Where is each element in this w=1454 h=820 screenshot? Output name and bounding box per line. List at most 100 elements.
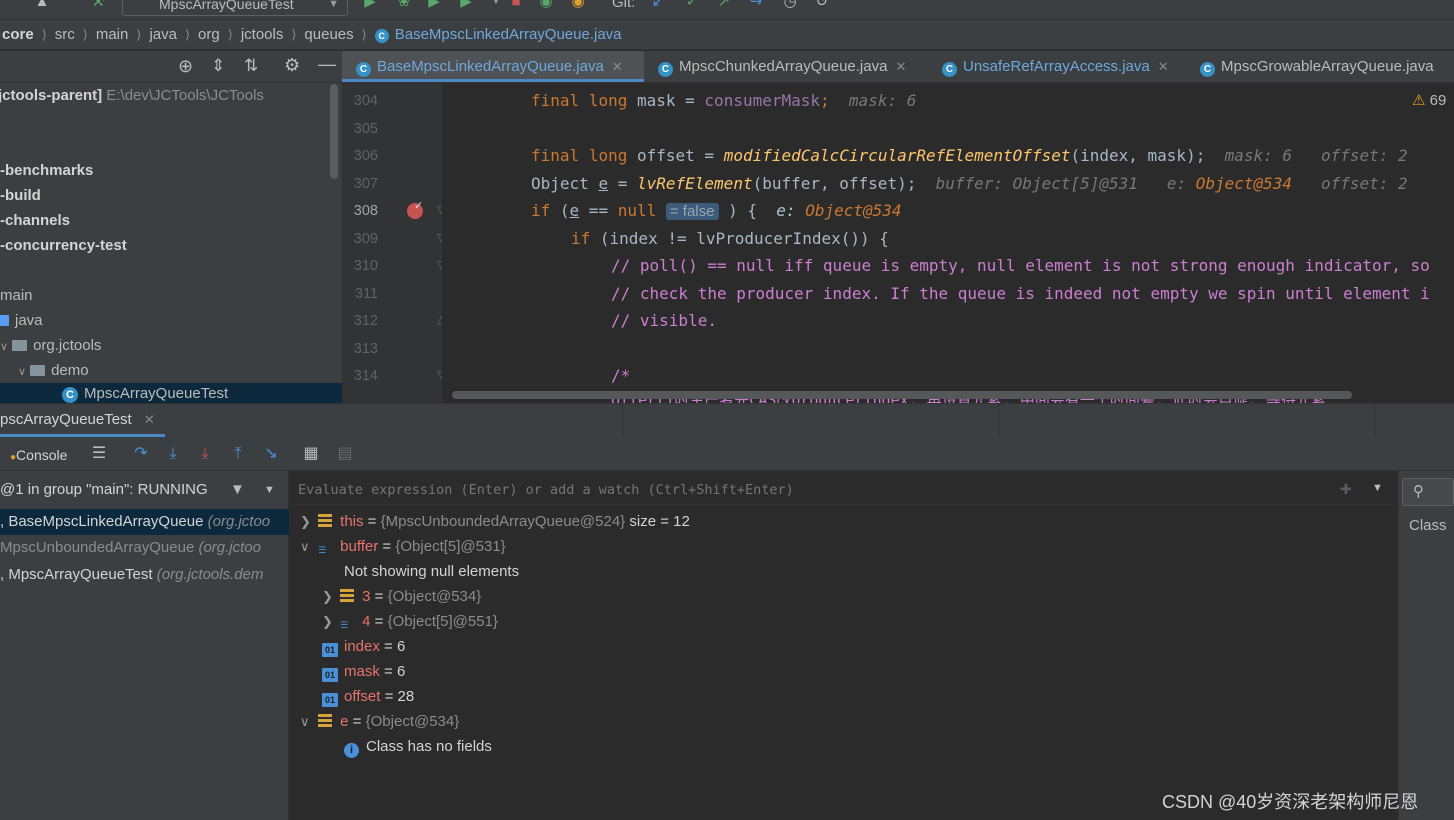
step-out-icon[interactable]: ⤒ <box>229 445 247 463</box>
debug-icon[interactable]: ❀ <box>396 0 412 10</box>
filter-icon[interactable]: ▼ <box>230 476 245 504</box>
frame-package: (org.jctools.dem <box>156 566 264 583</box>
close-icon[interactable]: ✕ <box>895 59 906 74</box>
tree-package-demo[interactable]: ∨ demo <box>18 360 89 382</box>
plugin-icon[interactable]: ◉ <box>538 0 554 10</box>
tab-base-mpsc-linked-array-queue[interactable]: C BaseMpscLinkedArrayQueue.java ✕ <box>342 51 644 82</box>
close-icon[interactable]: ✕ <box>144 412 155 427</box>
tab-mpsc-growable-array-queue[interactable]: C MpscGrowableArrayQueue.java <box>1186 51 1454 82</box>
breadcrumb-item-java[interactable]: java <box>147 26 179 43</box>
git-update-icon[interactable]: ↙ <box>650 0 666 10</box>
locate-file-icon[interactable]: ⊕ <box>178 56 193 77</box>
evaluate-expression-icon[interactable]: ▦ <box>302 445 320 463</box>
breadcrumb-item-org[interactable]: org <box>196 26 222 43</box>
step-into-icon[interactable]: ⤓ <box>164 445 182 463</box>
stack-frame[interactable]: , BaseMpscLinkedArrayQueue (org.jctoo <box>0 509 289 535</box>
gear-icon[interactable]: ⚙ <box>284 55 300 76</box>
user-icon[interactable]: ▲ <box>34 0 50 10</box>
coverage-icon[interactable]: ▶ <box>426 0 442 10</box>
add-watch-icon[interactable]: ✚ <box>1340 481 1352 498</box>
trace-icon[interactable]: ▤ <box>336 445 354 463</box>
force-step-into-icon[interactable]: ⤓ <box>196 445 214 463</box>
run-icon[interactable]: ▶ <box>362 0 378 10</box>
inline-value: Object@534 <box>805 201 902 220</box>
chevron-down-icon[interactable]: ▼ <box>264 476 275 504</box>
method-call: lvRefElement <box>636 174 753 193</box>
run-config-selector[interactable]: MpscArrayQueueTest ▼ <box>122 0 348 16</box>
breadcrumb-item-queues[interactable]: queues <box>302 26 355 43</box>
hide-panel-icon[interactable]: — <box>318 54 336 75</box>
stack-frame[interactable]: MpscUnboundedArrayQueue (org.jctoo <box>0 535 289 561</box>
tab-unsafe-ref-array-access[interactable]: C UnsafeRefArrayAccess.java ✕ <box>928 51 1186 82</box>
debug-session-tab[interactable]: pscArrayQueueTest ✕ <box>0 403 165 437</box>
chevron-right-icon[interactable]: ❯ <box>322 609 336 634</box>
close-icon[interactable]: ✕ <box>612 59 623 74</box>
variable-offset[interactable]: 01 offset = 28 <box>322 684 414 709</box>
tree-module-concurrency-test[interactable]: -concurrency-test <box>0 235 127 257</box>
tree-module-benchmarks[interactable]: -benchmarks <box>0 160 93 182</box>
history-icon[interactable]: ◷ <box>782 0 798 10</box>
variable-name: index <box>344 638 380 655</box>
rollback-icon[interactable]: ↺ <box>814 0 830 10</box>
class-column-header[interactable]: Class <box>1402 512 1454 540</box>
step-over-icon[interactable]: ↷ <box>132 445 150 463</box>
tree-scrollbar[interactable] <box>330 84 338 179</box>
git-fetch-icon[interactable]: ↪ <box>748 0 764 10</box>
git-commit-icon[interactable]: ✓ <box>684 0 700 10</box>
plugin2-icon[interactable]: ◉ <box>570 0 586 10</box>
tree-folder-main[interactable]: main <box>0 285 33 307</box>
breadcrumb-item-src[interactable]: src <box>53 26 77 43</box>
tab-label: UnsafeRefArrayAccess.java <box>963 58 1150 75</box>
tree-module-build[interactable]: -build <box>0 185 41 207</box>
evaluate-expression-input[interactable] <box>298 475 1298 505</box>
variable-element-3[interactable]: ❯ 3 = {Object@534} <box>322 584 481 609</box>
frame-method: , BaseMpscLinkedArrayQueue <box>0 513 204 530</box>
variable-buffer[interactable]: ∨ ☰ buffer = {Object[5]@531} <box>300 534 506 559</box>
breadcrumb-file-label: BaseMpscLinkedArrayQueue.java <box>394 26 622 43</box>
source-folder-icon <box>0 315 9 326</box>
thread-selector[interactable]: @1 in group "main": RUNNING ▼ ▼ <box>0 476 289 504</box>
chevron-down-icon[interactable]: ∨ <box>300 534 314 559</box>
git-push-icon[interactable]: ↗ <box>716 0 732 10</box>
editor-horizontal-scrollbar[interactable] <box>452 391 1352 399</box>
variable-e[interactable]: ∨ e = {Object@534} <box>300 709 459 734</box>
breadcrumb-separator: ⟩ <box>41 26 47 42</box>
code-editor[interactable]: final long mask = consumerMask; mask: 6 … <box>442 83 1454 403</box>
stop-icon[interactable]: ■ <box>508 0 524 10</box>
variable-index[interactable]: 01 index = 6 <box>322 634 405 659</box>
variable-value: {MpscUnboundedArrayQueue@524} <box>380 513 626 530</box>
memory-search-input[interactable]: ⚲ <box>1402 478 1454 506</box>
tree-root[interactable]: jctools-parent] E:\dev\JCTools\JCTools <box>0 85 264 107</box>
more-run-chevron-icon[interactable]: ▼ <box>488 0 504 10</box>
expand-all-icon[interactable]: ⇕ <box>211 56 225 76</box>
collapse-all-icon[interactable]: ⇅ <box>244 56 258 76</box>
warning-count[interactable]: ⚠ 69 <box>1412 91 1446 109</box>
tab-mpsc-chunked-array-queue[interactable]: C MpscChunkedArrayQueue.java ✕ <box>644 51 928 82</box>
variable-value: 28 <box>397 688 415 705</box>
build-hammer-icon[interactable]: ⚒ <box>90 0 106 10</box>
breadcrumb-item-file[interactable]: C BaseMpscLinkedArrayQueue.java <box>373 26 624 43</box>
breadcrumb-item-core[interactable]: core <box>0 26 36 43</box>
variable-this[interactable]: ❯ this = {MpscUnboundedArrayQueue@524} s… <box>300 509 690 534</box>
variable-mask[interactable]: 01 mask = 6 <box>322 659 405 684</box>
frame-package: (org.jctoo <box>198 539 261 556</box>
variable-element-4[interactable]: ❯ ☰ 4 = {Object[5]@551} <box>322 609 498 634</box>
code-line-307: Object e = lvRefElement(buffer, offset);… <box>531 170 1408 197</box>
chevron-down-icon[interactable]: ∨ <box>300 709 314 734</box>
chevron-right-icon[interactable]: ❯ <box>300 509 314 534</box>
tree-package-org-jctools[interactable]: ∨ org.jctools <box>0 335 101 357</box>
run-to-cursor-icon[interactable]: ↘ <box>262 445 280 463</box>
console-tab[interactable]: ●Console <box>10 447 67 463</box>
profile-icon[interactable]: ▶ <box>458 0 474 10</box>
breadcrumb: core ⟩ src ⟩ main ⟩ java ⟩ org ⟩ jctools ⟩ que… <box>0 20 1454 50</box>
tree-folder-java[interactable]: java <box>0 310 43 332</box>
close-icon[interactable]: ✕ <box>1158 59 1169 74</box>
tree-file-selected[interactable]: C MpscArrayQueueTest <box>0 383 342 403</box>
threads-list-icon[interactable]: ☰ <box>90 445 108 463</box>
breadcrumb-item-main[interactable]: main <box>94 26 131 43</box>
chevron-right-icon[interactable]: ❯ <box>322 584 336 609</box>
stack-frame[interactable]: , MpscArrayQueueTest (org.jctools.dem <box>0 562 289 588</box>
tree-module-channels[interactable]: -channels <box>0 210 70 232</box>
chevron-down-icon[interactable]: ▼ <box>1372 482 1383 494</box>
breadcrumb-item-jctools[interactable]: jctools <box>239 26 286 43</box>
